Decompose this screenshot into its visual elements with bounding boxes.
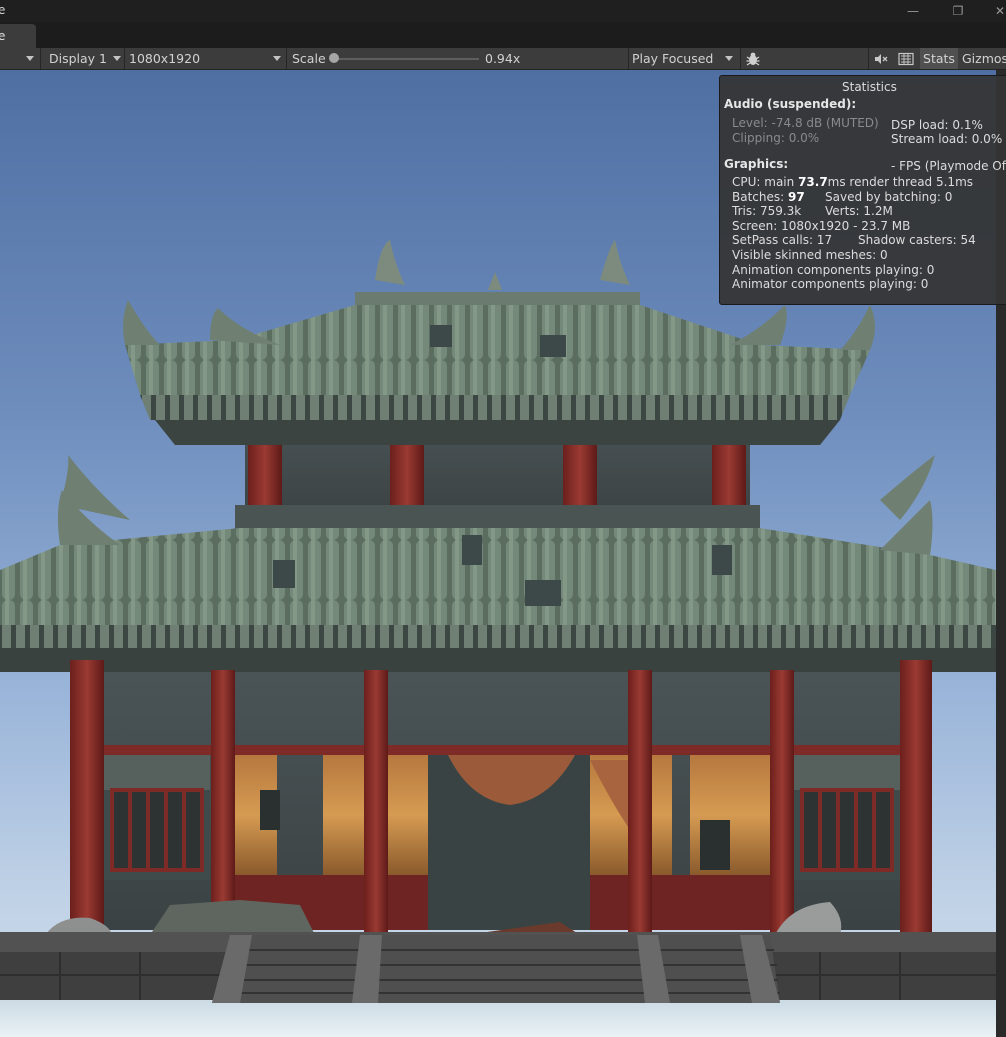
setpass-readout: SetPass calls: 17	[732, 233, 833, 247]
minimize-icon[interactable]: —	[899, 0, 927, 22]
bug-icon[interactable]	[740, 48, 765, 69]
dsp-load: DSP load: 0.1%	[891, 118, 983, 132]
resolution-dropdown-label: 1080x1920	[129, 51, 201, 66]
animator-components: Animator components playing: 0	[732, 277, 929, 291]
keyboard-icon[interactable]	[893, 48, 919, 69]
skinned-meshes: Visible skinned meshes: 0	[732, 248, 888, 262]
scale-slider-thumb[interactable]	[329, 53, 339, 63]
scale-slider-track[interactable]	[333, 58, 479, 60]
screen-readout: Screen: 1080x1920 - 23.7 MB	[732, 219, 911, 233]
animation-components: Animation components playing: 0	[732, 263, 935, 277]
scale-label: Scale	[286, 48, 326, 69]
batches-readout: Batches: 97	[732, 190, 805, 204]
audio-level: Level: -74.8 dB (MUTED)	[732, 116, 879, 130]
close-icon[interactable]: ✕	[986, 0, 1006, 22]
display-dropdown-label: Display 1	[49, 51, 108, 66]
chevron-down-icon	[725, 56, 733, 61]
stats-title: Statistics	[842, 80, 897, 94]
tab-game-label: e	[0, 29, 6, 43]
graphics-heading: Graphics:	[724, 157, 789, 171]
tris-readout: Tris: 759.3k	[732, 204, 802, 218]
chevron-down-icon	[113, 56, 121, 61]
statistics-panel: Statistics Audio (suspended): Level: -74…	[719, 75, 1006, 305]
chevron-down-icon[interactable]	[26, 56, 34, 61]
play-mode-dropdown-label: Play Focused	[632, 51, 714, 66]
shadow-casters: Shadow casters: 54	[858, 233, 976, 247]
mute-audio-icon[interactable]	[868, 48, 893, 69]
fps-readout: - FPS (Playmode Off)	[891, 159, 1006, 173]
game-view-toolbar: Display 1 1080x1920 Scale 0.94x Play Foc…	[0, 48, 1006, 70]
window-title: e	[0, 3, 6, 17]
audio-clipping: Clipping: 0.0%	[732, 131, 820, 145]
gizmos-button[interactable]: Gizmos	[962, 48, 1006, 69]
cpu-suffix: ms render thread 5.1ms	[827, 175, 974, 189]
stats-button-label: Stats	[923, 51, 955, 66]
batches-value: 97	[788, 190, 805, 204]
window-titlebar: e — ❐ ✕	[0, 0, 1006, 22]
batches-prefix: Batches:	[732, 190, 788, 204]
resolution-dropdown[interactable]: 1080x1920	[124, 48, 289, 69]
gizmos-button-label: Gizmos	[962, 51, 1006, 66]
verts-readout: Verts: 1.2M	[825, 204, 893, 218]
tab-game[interactable]: e	[0, 24, 36, 48]
tab-strip: e	[0, 22, 1006, 48]
cpu-prefix: CPU: main	[732, 175, 799, 189]
audio-heading: Audio (suspended):	[724, 97, 857, 111]
chevron-down-icon	[273, 56, 281, 61]
stream-load: Stream load: 0.0%	[891, 132, 1003, 146]
scale-value: 0.94x	[485, 51, 521, 66]
stats-button[interactable]: Stats	[920, 48, 958, 69]
restore-icon[interactable]: ❐	[944, 0, 972, 22]
saved-by-batching: Saved by batching: 0	[825, 190, 953, 204]
cpu-main-ms: 73.7	[798, 175, 828, 189]
cpu-readout: CPU: main 73.7ms render thread 5.1ms	[732, 175, 973, 189]
